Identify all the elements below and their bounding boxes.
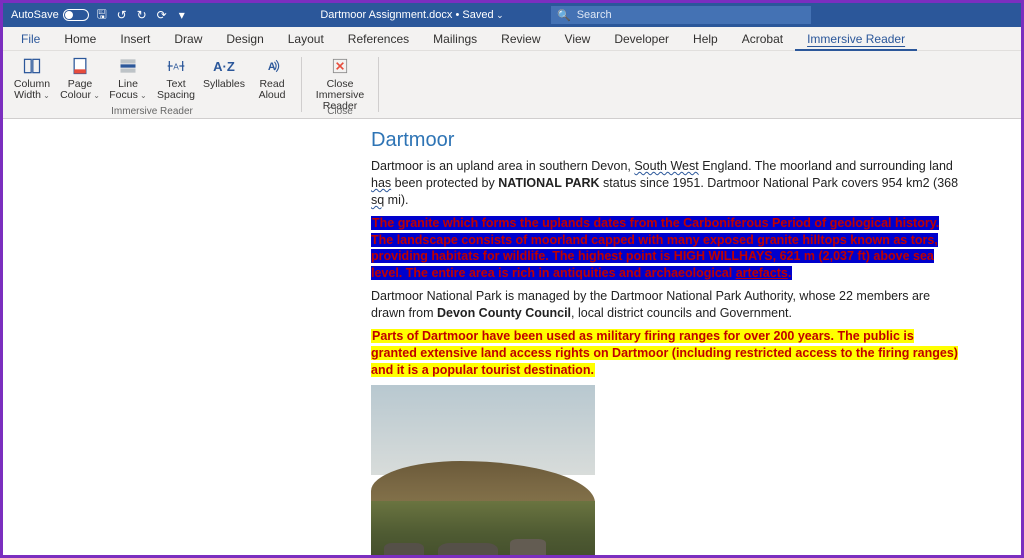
text-spacing-icon: A (166, 55, 186, 77)
document-title: Dartmoor Assignment.docx • Saved (223, 9, 601, 21)
title-bar: AutoSave 🖫 ↺ ↻ ⟳ ▾ Dartmoor Assignment.d… (3, 3, 1021, 27)
svg-text:A: A (268, 61, 276, 73)
read-aloud-icon: A (262, 55, 282, 77)
paragraph-intro: Dartmoor is an upland area in southern D… (371, 158, 961, 209)
ribbon-tabs: File Home Insert Draw Design Layout Refe… (3, 27, 1021, 51)
save-status[interactable]: Saved (462, 9, 503, 21)
tab-immersive-reader[interactable]: Immersive Reader (795, 27, 917, 51)
close-icon (330, 55, 350, 77)
tab-help[interactable]: Help (681, 27, 730, 51)
search-input[interactable] (577, 9, 805, 21)
search-icon: 🔍 (557, 9, 571, 22)
highlight-blue: The granite which forms the uplands date… (371, 216, 939, 281)
column-width-button[interactable]: Column Width (9, 53, 55, 101)
syllables-icon: A·Z (213, 55, 235, 77)
text-spacing-button[interactable]: A Text Spacing (153, 53, 199, 101)
tab-review[interactable]: Review (489, 27, 552, 51)
tab-file[interactable]: File (9, 27, 52, 51)
autosave-label: AutoSave (11, 9, 59, 21)
tab-view[interactable]: View (553, 27, 603, 51)
tab-developer[interactable]: Developer (602, 27, 681, 51)
tab-insert[interactable]: Insert (108, 27, 162, 51)
autosave-toggle[interactable]: AutoSave (11, 9, 89, 21)
grammar-underline: sq (371, 193, 384, 207)
grammar-underline: has (371, 176, 391, 190)
toggle-off-icon (63, 9, 89, 21)
svg-text:A: A (173, 61, 179, 71)
save-icon[interactable]: 🖫 (95, 8, 109, 22)
tab-references[interactable]: References (336, 27, 421, 51)
tab-mailings[interactable]: Mailings (421, 27, 489, 51)
page-colour-icon (70, 55, 90, 77)
sync-icon[interactable]: ⟳ (155, 8, 169, 22)
close-immersive-reader-button[interactable]: Close Immersive Reader (308, 53, 372, 112)
tab-layout[interactable]: Layout (276, 27, 336, 51)
line-focus-button[interactable]: Line Focus (105, 53, 151, 101)
paragraph-management: Dartmoor National Park is managed by the… (371, 288, 961, 322)
read-aloud-button[interactable]: A Read Aloud (249, 53, 295, 101)
document-page: Dartmoor Dartmoor is an upland area in s… (371, 127, 961, 555)
paragraph-military-hl: Parts of Dartmoor have been used as mili… (371, 328, 961, 379)
quick-access-toolbar: AutoSave 🖫 ↺ ↻ ⟳ ▾ (3, 8, 189, 22)
line-focus-icon (118, 55, 138, 77)
tab-design[interactable]: Design (214, 27, 275, 51)
ribbon-group-immersive-reader: Column Width Page Colour Line Focus A Te… (3, 51, 301, 118)
ribbon-group-close: Close Immersive Reader Close (302, 51, 378, 118)
document-area[interactable]: Dartmoor Dartmoor is an upland area in s… (3, 119, 1021, 555)
page-colour-button[interactable]: Page Colour (57, 53, 103, 101)
heading-dartmoor: Dartmoor (371, 127, 961, 154)
syllables-button[interactable]: A·Z Syllables (201, 53, 247, 90)
paragraph-geology-hl: The granite which forms the uplands date… (371, 215, 961, 283)
search-box[interactable]: 🔍 (551, 6, 811, 24)
ribbon: Column Width Page Colour Line Focus A Te… (3, 51, 1021, 119)
document-image[interactable] (371, 385, 595, 556)
column-width-icon (22, 55, 42, 77)
undo-icon[interactable]: ↺ (115, 8, 129, 22)
tab-home[interactable]: Home (52, 27, 108, 51)
tab-acrobat[interactable]: Acrobat (730, 27, 795, 51)
grammar-underline: South West (634, 159, 698, 173)
customize-qat-icon[interactable]: ▾ (175, 8, 189, 22)
highlight-yellow: Parts of Dartmoor have been used as mili… (371, 329, 958, 377)
tab-draw[interactable]: Draw (162, 27, 214, 51)
ribbon-separator (378, 57, 379, 112)
redo-icon[interactable]: ↻ (135, 8, 149, 22)
